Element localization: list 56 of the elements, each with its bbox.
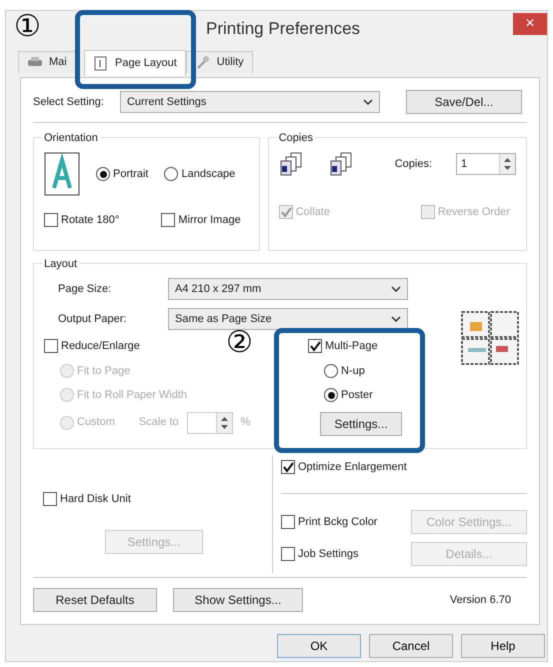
- poster-preview-drawing: [460, 310, 522, 366]
- chevron-down-icon: [362, 99, 373, 105]
- radio-button[interactable]: Landscape: [164, 166, 236, 182]
- copies-field[interactable]: 1: [456, 153, 516, 175]
- chevron-down-icon: [391, 286, 401, 292]
- dropdown-value: Current Settings: [126, 94, 206, 110]
- radio-button[interactable]: Poster: [324, 387, 373, 404]
- label: Copies:: [394, 156, 432, 172]
- label: Page Size:: [58, 282, 112, 297]
- callout-number: ①: [14, 12, 41, 42]
- window-title: Printing Preferences: [206, 18, 360, 40]
- radio-button[interactable]: Portrait: [96, 166, 148, 182]
- field-value: 1: [460, 156, 468, 172]
- group-title: Copies: [276, 130, 315, 146]
- arrow-down-icon: [220, 424, 228, 428]
- arrow-down-icon: [504, 166, 511, 170]
- page-icon: [93, 56, 109, 70]
- save-delete-button[interactable]: Save/Del...: [406, 90, 522, 114]
- setting-dropdown[interactable]: Current Settings: [120, 91, 380, 113]
- checkmark-icon: [282, 461, 294, 474]
- checkmark-icon: [280, 206, 292, 218]
- callout-number: ②: [226, 328, 253, 358]
- checkbox[interactable]: Hard Disk Unit: [43, 491, 131, 508]
- page-size-dropdown[interactable]: A4 210 x 297 mm: [168, 278, 408, 300]
- cancel-button[interactable]: Cancel: [369, 634, 453, 658]
- wrench-icon: [194, 55, 211, 70]
- group-title: Layout: [42, 256, 80, 272]
- tab[interactable]: Page Layout: [84, 50, 186, 76]
- page-orientation-icon: [44, 152, 80, 196]
- ok-button[interactable]: OK: [277, 634, 361, 658]
- checkmark-icon: [309, 340, 321, 352]
- unit-label: %: [240, 415, 250, 430]
- help-button[interactable]: Help: [461, 634, 545, 658]
- version-label: Version 6.70: [450, 592, 511, 608]
- arrow-up-icon: [504, 158, 511, 162]
- checkbox[interactable]: Multi-Page: [308, 338, 402, 354]
- reset-defaults-button[interactable]: Reset Defaults: [33, 588, 157, 612]
- tab[interactable]: Utility: [186, 51, 253, 73]
- dropdown-value: A4 210 x 297 mm: [175, 282, 262, 297]
- settings-button[interactable]: Settings...: [320, 412, 402, 436]
- label: Scale to: [138, 415, 179, 430]
- label: Output Paper:: [58, 312, 128, 327]
- chevron-down-icon: [391, 316, 401, 322]
- show-settings-button[interactable]: Show Settings...: [173, 588, 303, 612]
- checkbox[interactable]: Job Settings: [281, 546, 359, 562]
- arrow-up-icon: [220, 416, 228, 420]
- checkbox[interactable]: Optimize Enlargement: [281, 459, 407, 476]
- output-paper-dropdown[interactable]: Same as Page Size: [168, 308, 408, 330]
- close-button[interactable]: ×: [513, 13, 547, 35]
- dropdown-value: Same as Page Size: [175, 312, 272, 327]
- label: Select Setting:: [33, 94, 104, 110]
- checkbox[interactable]: Rotate 180°: [44, 212, 120, 228]
- checkbox[interactable]: Print Bckg Color: [281, 514, 378, 530]
- radio-button[interactable]: N-up: [324, 362, 365, 379]
- checkbox[interactable]: Mirror Image: [161, 212, 241, 228]
- spin-button[interactable]: [499, 154, 515, 174]
